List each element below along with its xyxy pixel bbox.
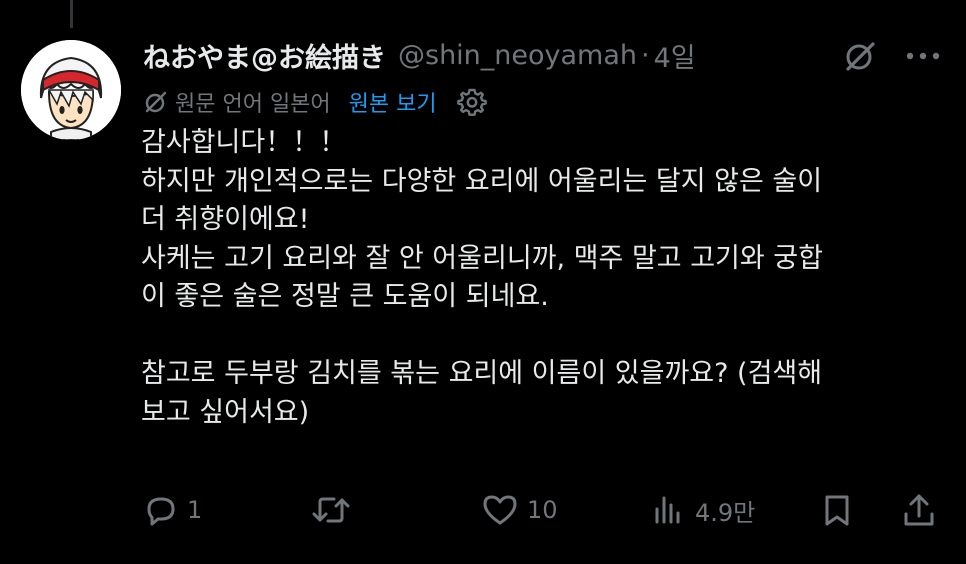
tweet-line: 보고 싶어서요) — [141, 396, 310, 428]
like-count: 10 — [527, 496, 558, 524]
reply-count: 1 — [187, 496, 203, 524]
user-handle[interactable]: @shin_neoyamah — [398, 40, 637, 71]
tweet-line: 하지만 개인적으로는 다양한 요리에 어울리는 달지 않은 술이 — [141, 165, 823, 197]
retweet-button[interactable] — [310, 488, 360, 532]
show-original-link[interactable]: 원본 보기 — [349, 86, 437, 118]
reply-icon — [143, 492, 179, 528]
avatar[interactable] — [21, 40, 121, 140]
original-language-label: 원문 언어 일본어 — [175, 92, 331, 117]
bookmark-button[interactable] — [819, 488, 855, 532]
more-dots-icon[interactable] — [903, 38, 943, 74]
share-icon — [901, 492, 937, 528]
like-button[interactable]: 10 — [481, 488, 558, 532]
grok-icon[interactable] — [842, 38, 878, 74]
reply-button[interactable]: 1 — [143, 488, 202, 532]
thread-connector-line — [70, 0, 73, 28]
tweet-line: 이 좋은 술은 정말 큰 도움이 되네요. — [141, 281, 549, 312]
avatar-illustration — [21, 40, 121, 140]
retweet-icon — [310, 492, 352, 528]
translation-bar: 원문 언어 일본어 원본 보기 — [143, 84, 487, 120]
tweet-text: 감사합니다！！！ 하지만 개인적으로는 다양한 요리에 어울리는 달지 않은 술… — [141, 124, 941, 432]
tweet-line: 사케는 고기 요리와 잘 안 어울리니까, 맥주 말고 고기와 궁합 — [141, 242, 823, 274]
gear-icon[interactable] — [456, 87, 487, 117]
timestamp[interactable]: 4일 — [654, 36, 696, 75]
views-button[interactable]: 4.9만 — [651, 488, 755, 532]
separator-dot: · — [641, 39, 650, 71]
heart-icon — [481, 492, 519, 528]
translate-icon — [143, 89, 169, 115]
tweet-header: ねおやま@お絵描き @shin_neoyamah · 4일 — [143, 35, 696, 75]
share-button[interactable] — [901, 488, 937, 532]
bookmark-icon — [819, 492, 855, 528]
tweet-line: 감사합니다！！！ — [141, 127, 347, 158]
views-count: 4.9만 — [695, 498, 756, 527]
views-icon — [651, 492, 687, 528]
tweet-line: 참고로 두부랑 김치를 볶는 요리에 이름이 있을까요? (검색해 — [141, 358, 823, 389]
tweet-line: 더 취향이에요! — [141, 204, 310, 235]
display-name[interactable]: ねおやま@お絵描き — [143, 36, 386, 75]
